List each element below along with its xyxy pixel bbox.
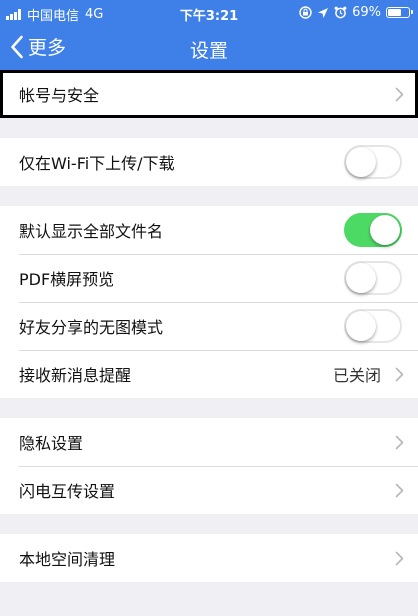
settings-row[interactable]: 帐号与安全 xyxy=(0,70,418,118)
settings-row: 默认显示全部文件名 xyxy=(0,206,418,254)
toggle-switch[interactable] xyxy=(344,261,402,295)
settings-row-label: 本地空间清理 xyxy=(19,550,116,569)
settings-row-label: 闪电互传设置 xyxy=(19,482,116,501)
battery-icon xyxy=(386,7,413,18)
chevron-right-icon xyxy=(395,87,404,101)
settings-group: 隐私设置闪电互传设置 xyxy=(0,418,418,514)
settings-row-label: 接收新消息提醒 xyxy=(19,366,132,385)
location-arrow-icon xyxy=(318,7,329,18)
chevron-right-icon xyxy=(395,483,404,497)
settings-row-label: 好友分享的无图模式 xyxy=(19,318,164,337)
toggle-switch[interactable] xyxy=(344,213,402,247)
settings-row-label: PDF横屏预览 xyxy=(19,270,115,289)
toggle-knob xyxy=(346,263,376,293)
alarm-icon xyxy=(334,6,347,19)
settings-row-label: 默认显示全部文件名 xyxy=(19,222,164,241)
settings-row-label: 隐私设置 xyxy=(19,434,84,453)
settings-group: 本地空间清理 xyxy=(0,534,418,582)
chevron-right-icon xyxy=(395,551,404,565)
lock-rotation-icon xyxy=(299,6,312,19)
status-right: 69% xyxy=(299,5,413,20)
settings-row: 好友分享的无图模式 xyxy=(0,302,418,350)
settings-row: PDF横屏预览 xyxy=(0,254,418,302)
settings-group: 帐号与安全 xyxy=(0,70,418,118)
settings-row: 仅在Wi-Fi下上传/下载 xyxy=(0,138,418,186)
chevron-right-icon xyxy=(395,367,404,381)
toggle-knob xyxy=(346,311,376,341)
toggle-knob xyxy=(346,147,376,177)
settings-row-label: 帐号与安全 xyxy=(19,86,100,105)
toggle-switch[interactable] xyxy=(344,145,402,179)
battery-percent: 69% xyxy=(352,5,381,20)
chevron-right-icon xyxy=(395,435,404,449)
settings-list: 帐号与安全仅在Wi-Fi下上传/下载 默认显示全部文件名 PDF横屏预览好友分享的无… xyxy=(0,70,418,582)
settings-row[interactable]: 接收新消息提醒 已关闭 xyxy=(0,350,418,398)
battery-level xyxy=(388,9,401,16)
settings-group: 仅在Wi-Fi下上传/下载 xyxy=(0,138,418,186)
page-title: 设置 xyxy=(189,40,228,62)
settings-row-value: 已关闭 xyxy=(332,366,381,385)
settings-row[interactable]: 本地空间清理 xyxy=(0,534,418,582)
settings-row[interactable]: 隐私设置 xyxy=(0,418,418,466)
settings-row[interactable]: 闪电互传设置 xyxy=(0,466,418,514)
toggle-knob xyxy=(370,215,400,245)
settings-row-label: 仅在Wi-Fi下上传/下载 xyxy=(19,154,175,173)
status-bar: 中国电信 4G 下午3:21 69% xyxy=(0,0,418,26)
toggle-switch[interactable] xyxy=(344,309,402,343)
navigation-bar: 更多 设置 xyxy=(0,26,418,70)
settings-group: 默认显示全部文件名 PDF横屏预览好友分享的无图模式 接收新消息提醒 已关闭 xyxy=(0,206,418,398)
